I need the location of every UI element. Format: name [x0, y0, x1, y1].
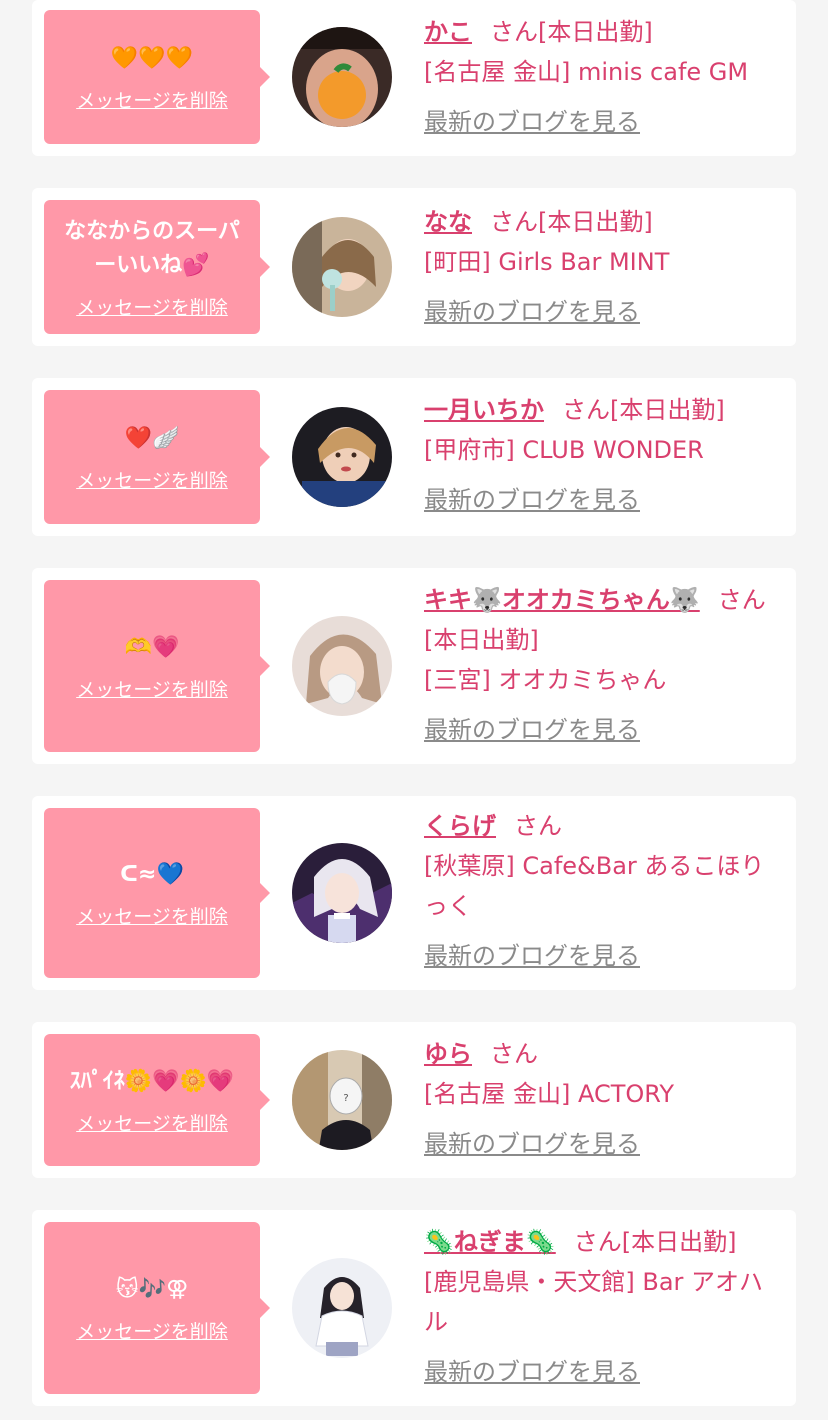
- profile-info: 一月いちか さん[本日出勤] [甲府市] CLUB WONDER 最新のブログを見…: [424, 390, 782, 520]
- message-text: ❤️🪽: [124, 425, 180, 451]
- delete-message-link[interactable]: メッセージを削除: [76, 675, 228, 702]
- message-bubble: ᑕ≈💙 メッセージを削除: [44, 808, 270, 978]
- honorific: さん: [573, 1228, 622, 1256]
- status-badge: [本日出勤]: [621, 1228, 737, 1256]
- latest-blog-link[interactable]: 最新のブログを見る: [424, 1352, 782, 1392]
- delete-message-link[interactable]: メッセージを削除: [76, 293, 228, 320]
- delete-message-link[interactable]: メッセージを削除: [76, 1109, 228, 1136]
- like-card: ｽﾊﾟｲﾈ🌼💗🌼💗 メッセージを削除 ? ゆら さん [名古屋 金山] ACTOR…: [32, 1022, 796, 1178]
- avatar[interactable]: [292, 843, 392, 943]
- avatar[interactable]: [292, 217, 392, 317]
- honorific: さん: [717, 586, 766, 614]
- profile-info: ゆら さん [名古屋 金山] ACTORY 最新のブログを見る: [424, 1034, 782, 1164]
- honorific: さん: [490, 208, 538, 236]
- status-badge: [本日出勤]: [538, 18, 653, 46]
- message-bubble: 😽🎶⚢ メッセージを削除: [44, 1222, 270, 1394]
- honorific: さん: [490, 18, 538, 46]
- message-bubble: ななからのスーパーいいね💕 メッセージを削除: [44, 200, 270, 334]
- profile-info: キキ🐺オオカミちゃん🐺 さん [本日出勤] [三宮] オオカミちゃん 最新のブログを…: [424, 580, 782, 750]
- like-card: ᑕ≈💙 メッセージを削除 くらげ さん [秋葉原] Cafe&Bar あるこほりっ…: [32, 796, 796, 990]
- delete-message-link[interactable]: メッセージを削除: [76, 1317, 228, 1344]
- profile-info: なな さん[本日出勤] [町田] Girls Bar MINT 最新のブログを見る: [424, 202, 782, 332]
- message-text: 😽🎶⚢: [115, 1276, 189, 1302]
- honorific: さん: [562, 396, 610, 424]
- svg-text:?: ?: [343, 1093, 348, 1104]
- latest-blog-link[interactable]: 最新のブログを見る: [424, 292, 782, 332]
- like-card: ななからのスーパーいいね💕 メッセージを削除 なな さん[本日出勤] [町田] G…: [32, 188, 796, 346]
- latest-blog-link[interactable]: 最新のブログを見る: [424, 102, 782, 142]
- shop-name: [甲府市] CLUB WONDER: [424, 436, 704, 464]
- avatar[interactable]: [292, 27, 392, 127]
- cast-name-link[interactable]: 🦠ねぎま🦠: [424, 1228, 556, 1256]
- cast-name-link[interactable]: くらげ: [424, 812, 496, 840]
- delete-message-link[interactable]: メッセージを削除: [76, 86, 228, 113]
- shop-name: [三宮] オオカミちゃん: [424, 666, 667, 694]
- message-text: 🧡🧡🧡: [110, 45, 194, 71]
- message-bubble: 🫶💗 メッセージを削除: [44, 580, 270, 752]
- profile-info: かこ さん[本日出勤] [名古屋 金山] minis cafe GM 最新のブログ…: [424, 12, 782, 142]
- cast-name-link[interactable]: キキ🐺オオカミちゃん🐺: [424, 586, 700, 614]
- profile-info: 🦠ねぎま🦠 さん[本日出勤] [鹿児島県・天文館] Bar アオハル 最新のブログ…: [424, 1222, 782, 1392]
- avatar[interactable]: ?: [292, 1050, 392, 1150]
- message-text: ｽﾊﾟｲﾈ🌼💗🌼💗: [69, 1068, 235, 1094]
- delete-message-link[interactable]: メッセージを削除: [76, 902, 228, 929]
- status-badge: [本日出勤]: [424, 626, 539, 654]
- honorific: さん: [514, 812, 562, 840]
- avatar[interactable]: [292, 407, 392, 507]
- avatar[interactable]: [292, 1258, 392, 1358]
- latest-blog-link[interactable]: 最新のブログを見る: [424, 1124, 782, 1164]
- like-card: ❤️🪽 メッセージを削除 一月いちか さん[本日出勤] [甲府市] CLUB WO…: [32, 378, 796, 536]
- status-badge: [本日出勤]: [610, 396, 725, 424]
- latest-blog-link[interactable]: 最新のブログを見る: [424, 480, 782, 520]
- delete-message-link[interactable]: メッセージを削除: [76, 466, 228, 493]
- status-badge: [本日出勤]: [538, 208, 653, 236]
- message-bubble: ❤️🪽 メッセージを削除: [44, 390, 270, 524]
- cast-name-link[interactable]: 一月いちか: [424, 396, 544, 424]
- message-bubble: ｽﾊﾟｲﾈ🌼💗🌼💗 メッセージを削除: [44, 1034, 270, 1166]
- message-bubble: 🧡🧡🧡 メッセージを削除: [44, 10, 270, 144]
- like-card: 🧡🧡🧡 メッセージを削除 かこ さん[本日出勤] [名古屋 金山] minis c…: [32, 0, 796, 156]
- shop-name: [鹿児島県・天文館] Bar アオハル: [424, 1268, 764, 1336]
- shop-name: [名古屋 金山] ACTORY: [424, 1080, 675, 1108]
- like-card: 😽🎶⚢ メッセージを削除 🦠ねぎま🦠 さん[本日出勤] [鹿児島県・天文館] Ba…: [32, 1210, 796, 1406]
- message-text: 🫶💗: [124, 634, 180, 660]
- profile-info: くらげ さん [秋葉原] Cafe&Bar あるこほりっく 最新のブログを見る: [424, 806, 782, 976]
- cast-name-link[interactable]: なな: [424, 208, 472, 236]
- cast-name-link[interactable]: ゆら: [424, 1040, 472, 1068]
- avatar[interactable]: [292, 616, 392, 716]
- like-card: 🫶💗 メッセージを削除 キキ🐺オオカミちゃん🐺 さん [本日出勤] [三宮] オオカ…: [32, 568, 796, 764]
- latest-blog-link[interactable]: 最新のブログを見る: [424, 936, 782, 976]
- shop-name: [秋葉原] Cafe&Bar あるこほりっく: [424, 852, 765, 920]
- message-text: ななからのスーパーいいね💕: [64, 218, 240, 278]
- latest-blog-link[interactable]: 最新のブログを見る: [424, 710, 782, 750]
- shop-name: [町田] Girls Bar MINT: [424, 248, 670, 276]
- cast-name-link[interactable]: かこ: [424, 18, 472, 46]
- shop-name: [名古屋 金山] minis cafe GM: [424, 58, 749, 86]
- honorific: さん: [490, 1040, 538, 1068]
- message-text: ᑕ≈💙: [120, 861, 184, 887]
